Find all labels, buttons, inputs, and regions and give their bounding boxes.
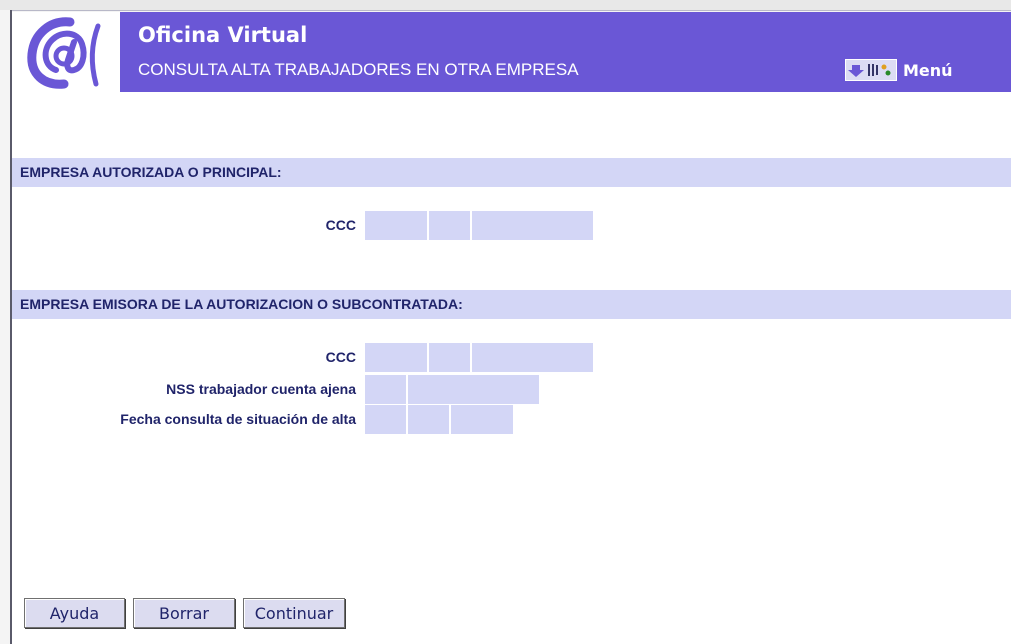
tools-icon — [868, 64, 891, 76]
principal-ccc-field-1[interactable] — [365, 211, 427, 240]
menu-icons — [845, 59, 897, 81]
fecha-label: Fecha consulta de situación de alta — [120, 411, 356, 427]
principal-ccc-label: CCC — [325, 217, 356, 233]
nss-field-1[interactable] — [365, 375, 406, 404]
principal-ccc-field-2[interactable] — [429, 211, 470, 240]
at-sign-logo-icon — [12, 12, 120, 92]
page-header: Oficina Virtual CONSULTA ALTA TRABAJADOR… — [12, 12, 1011, 92]
main-frame: Oficina Virtual CONSULTA ALTA TRABAJADOR… — [12, 12, 1011, 644]
emisora-ccc-field-2[interactable] — [429, 343, 470, 372]
emisora-ccc-row: CCC — [12, 343, 356, 372]
window-left-border — [0, 10, 12, 644]
continue-button[interactable]: Continuar — [243, 598, 345, 628]
nss-row: NSS trabajador cuenta ajena — [12, 375, 356, 404]
page-subtitle: CONSULTA ALTA TRABAJADORES EN OTRA EMPRE… — [138, 60, 579, 79]
arrow-down-icon — [848, 65, 864, 77]
emisora-ccc-label: CCC — [325, 349, 356, 365]
fecha-field-year[interactable] — [451, 405, 513, 434]
help-button[interactable]: Ayuda — [24, 598, 125, 628]
section-emisora-title: EMPRESA EMISORA DE LA AUTORIZACION O SUB… — [20, 296, 463, 312]
principal-ccc-row: CCC — [12, 211, 356, 240]
fecha-field-day[interactable] — [365, 405, 406, 434]
nss-field-2[interactable] — [408, 375, 539, 404]
clear-button[interactable]: Borrar — [133, 598, 235, 628]
fecha-row: Fecha consulta de situación de alta — [12, 405, 356, 434]
section-principal-title: EMPRESA AUTORIZADA O PRINCIPAL: — [20, 164, 282, 180]
principal-ccc-field-3[interactable] — [472, 211, 593, 240]
section-principal-header: EMPRESA AUTORIZADA O PRINCIPAL: — [12, 158, 1011, 187]
fecha-field-month[interactable] — [408, 405, 449, 434]
emisora-ccc-field-1[interactable] — [365, 343, 427, 372]
menu-label: Menú — [903, 60, 953, 80]
section-emisora-header: EMPRESA EMISORA DE LA AUTORIZACION O SUB… — [12, 290, 1011, 319]
emisora-ccc-field-3[interactable] — [472, 343, 593, 372]
app-title: Oficina Virtual — [138, 23, 308, 47]
menu-button[interactable]: Menú — [845, 59, 953, 81]
nss-label: NSS trabajador cuenta ajena — [166, 381, 356, 397]
window-top-border — [0, 0, 1011, 11]
